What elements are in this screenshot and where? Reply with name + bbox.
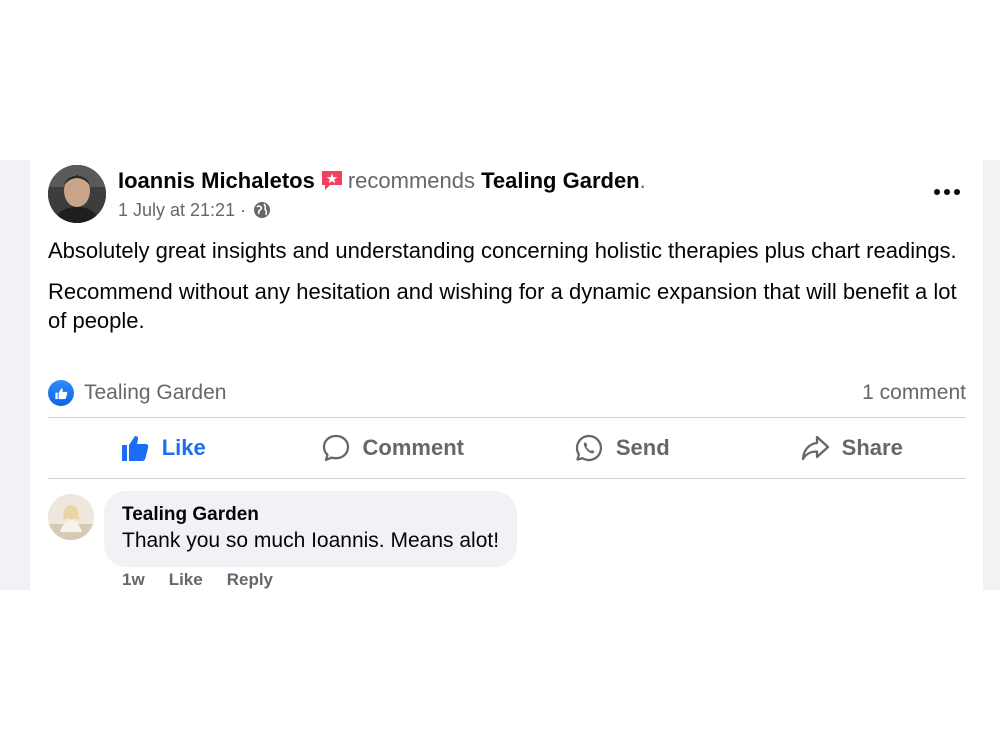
post-header: Ioannis Michaletos recommends Tealing Gar… — [118, 167, 646, 195]
like-reaction-icon — [48, 380, 74, 406]
comment-count[interactable]: 1 comment — [862, 381, 966, 405]
reaction-summary[interactable]: Tealing Garden — [48, 380, 226, 406]
globe-icon — [253, 201, 271, 219]
post-card: Ioannis Michaletos recommends Tealing Gar… — [30, 160, 983, 590]
comment-bubble: Tealing Garden Thank you so much Ioannis… — [104, 491, 518, 567]
meta-separator: · — [240, 200, 247, 220]
like-button[interactable]: Like — [48, 433, 278, 463]
header-period: . — [639, 168, 646, 193]
action-bar: Like Comment Send Share — [48, 418, 966, 478]
share-button[interactable]: Share — [737, 433, 967, 463]
comment-timestamp[interactable]: 1w — [122, 570, 145, 590]
author-avatar[interactable] — [48, 165, 106, 223]
comment-label: Comment — [362, 435, 464, 460]
thumbs-up-icon — [121, 436, 148, 461]
send-button[interactable]: Send — [507, 433, 737, 463]
more-options-button[interactable] — [929, 178, 965, 206]
post-timestamp[interactable]: 1 July at 21:21 — [118, 200, 235, 220]
commenter-name[interactable]: Tealing Garden — [122, 503, 499, 527]
share-label: Share — [841, 435, 903, 460]
post-meta: 1 July at 21:21 · — [118, 198, 271, 222]
more-icon-dot — [934, 189, 940, 195]
comment-actions: 1w Like Reply — [122, 570, 273, 590]
comment-text: Thank you so much Ioannis. Means alot! — [122, 529, 500, 552]
whatsapp-icon — [575, 434, 602, 462]
share-arrow-icon — [801, 435, 829, 461]
like-label: Like — [161, 435, 206, 460]
reaction-names: Tealing Garden — [84, 381, 227, 404]
commenter-avatar[interactable] — [48, 494, 94, 540]
comment-reply-link[interactable]: Reply — [227, 570, 273, 590]
post-paragraph: Absolutely great insights and understand… — [48, 238, 957, 263]
post-paragraph: Recommend without any hesitation and wis… — [48, 279, 957, 333]
more-icon-dot — [944, 189, 950, 195]
comment-bubble-icon — [322, 434, 349, 462]
send-label: Send — [615, 435, 670, 460]
comment-button[interactable]: Comment — [278, 433, 508, 463]
recommend-flag-icon — [320, 169, 344, 191]
divider — [48, 478, 966, 479]
author-name[interactable]: Ioannis Michaletos — [118, 168, 315, 193]
recommends-label: recommends — [347, 168, 475, 193]
more-icon-dot — [954, 189, 960, 195]
reactions-bar: Tealing Garden 1 comment — [48, 378, 966, 408]
post-body: Absolutely great insights and understand… — [48, 236, 968, 347]
recommended-page-name[interactable]: Tealing Garden — [481, 168, 640, 193]
comment-like-link[interactable]: Like — [169, 570, 203, 590]
